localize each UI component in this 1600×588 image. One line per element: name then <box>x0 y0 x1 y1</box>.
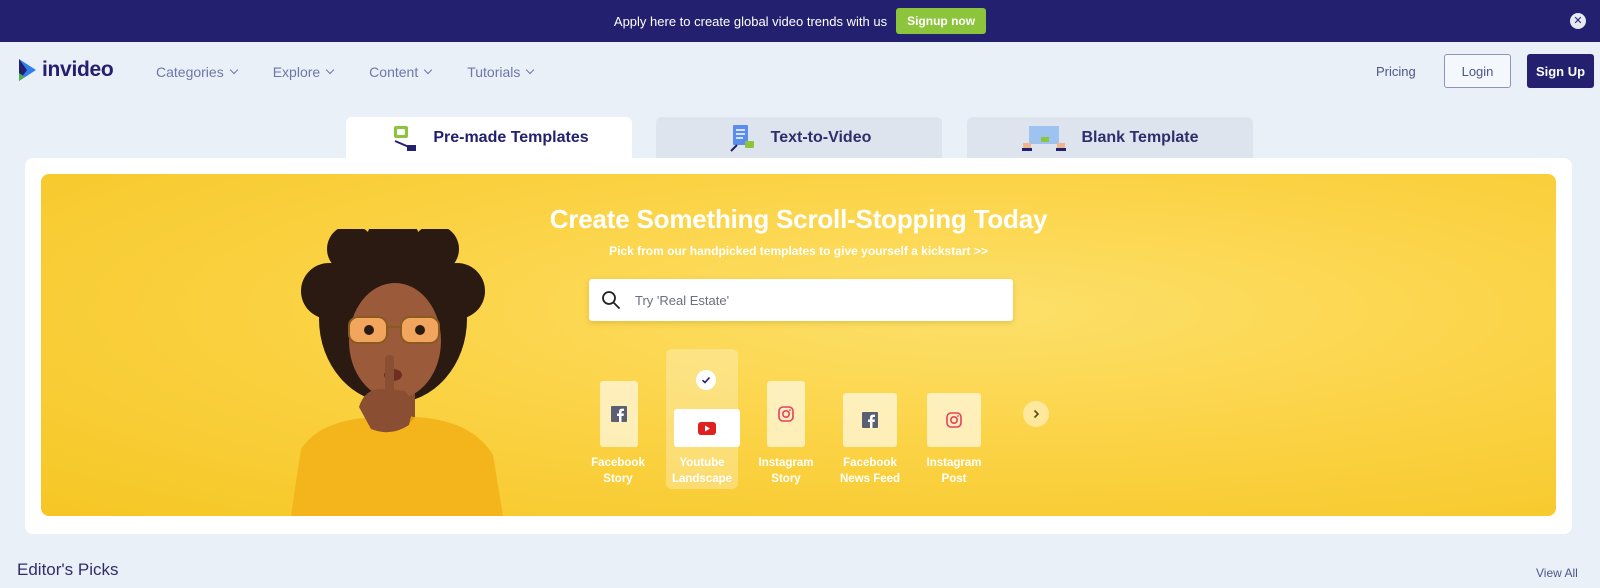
tab-label: Pre-made Templates <box>433 129 589 146</box>
templates-icon <box>394 126 417 151</box>
chevron-down-icon <box>325 65 335 75</box>
format-label: Instagram Post <box>926 457 982 485</box>
logo[interactable]: invideo <box>16 57 114 83</box>
facebook-icon <box>862 412 878 428</box>
tab-pre-made-templates[interactable]: Pre-made Templates <box>346 117 632 159</box>
instagram-icon <box>946 412 962 428</box>
facebook-icon <box>611 406 627 422</box>
promo-banner: Apply here to create global video trends… <box>0 0 1600 42</box>
nav-label: Content <box>369 64 419 80</box>
format-label: Instagram Story <box>758 457 814 485</box>
chevron-right-icon[interactable] <box>1023 401 1049 427</box>
format-preview <box>600 381 638 447</box>
section-title: Editor's Picks <box>17 560 119 579</box>
format-facebook-story[interactable]: Facebook Story <box>582 349 654 489</box>
format-instagram-story[interactable]: Instagram Story <box>750 349 822 489</box>
view-all-link[interactable]: View All <box>1536 566 1578 580</box>
invideo-logo-icon <box>19 59 36 81</box>
top-navigation: invideo Categories Explore Content Tutor… <box>0 42 1600 100</box>
chevron-down-icon <box>423 65 433 75</box>
hero-title: Create Something Scroll-Stopping Today <box>549 204 1048 234</box>
format-facebook-news-feed[interactable]: Facebook News Feed <box>834 349 906 489</box>
tab-blank-template[interactable]: Blank Template <box>967 117 1253 159</box>
promo-signup-button[interactable]: Signup now <box>896 8 987 34</box>
pricing-link[interactable]: Pricing <box>1376 64 1416 79</box>
format-preview <box>843 393 897 447</box>
sign-up-button[interactable]: Sign Up <box>1527 54 1594 88</box>
format-preview <box>767 381 805 447</box>
search-input[interactable] <box>635 292 975 308</box>
template-panel: Create Something Scroll-Stopping Today P… <box>25 158 1572 534</box>
format-instagram-post[interactable]: Instagram Post <box>918 349 990 489</box>
logo-text: invideo <box>42 58 114 81</box>
nav-categories[interactable]: Categories <box>156 64 238 80</box>
format-label: Facebook News Feed <box>839 457 901 485</box>
format-preview <box>927 393 981 447</box>
login-button[interactable]: Login <box>1444 54 1511 88</box>
tab-label: Text-to-Video <box>770 129 872 146</box>
tab-label: Blank Template <box>1081 129 1199 146</box>
tab-text-to-video[interactable]: Text-to-Video <box>656 117 942 159</box>
text-to-video-icon <box>729 125 754 152</box>
search-icon <box>602 291 620 309</box>
format-youtube-landscape[interactable]: Youtube Landscape <box>666 349 740 489</box>
hero-woman-image <box>291 229 503 516</box>
hero-subtitle: Pick from our handpicked templates to gi… <box>609 244 988 258</box>
nav-label: Tutorials <box>467 64 521 80</box>
chevron-down-icon <box>526 65 535 75</box>
check-icon <box>696 370 716 390</box>
hero-banner: Create Something Scroll-Stopping Today P… <box>41 174 1556 516</box>
main-nav: Categories Explore Content Tutorials <box>156 64 535 80</box>
nav-tutorials[interactable]: Tutorials <box>467 64 535 80</box>
close-icon[interactable]: ✕ <box>1570 13 1586 29</box>
instagram-icon <box>778 406 794 422</box>
nav-content[interactable]: Content <box>369 64 433 80</box>
nav-label: Categories <box>156 64 224 80</box>
format-label: Facebook Story <box>591 457 645 485</box>
nav-label: Explore <box>272 64 321 80</box>
format-label: Youtube Landscape <box>671 457 733 485</box>
format-preview <box>674 409 740 447</box>
blank-template-icon <box>1022 126 1067 151</box>
nav-explore[interactable]: Explore <box>272 64 335 80</box>
youtube-icon <box>698 421 716 435</box>
promo-text: Apply here to create global video trends… <box>613 13 888 29</box>
template-search[interactable] <box>589 279 1013 321</box>
chevron-down-icon <box>229 65 238 75</box>
